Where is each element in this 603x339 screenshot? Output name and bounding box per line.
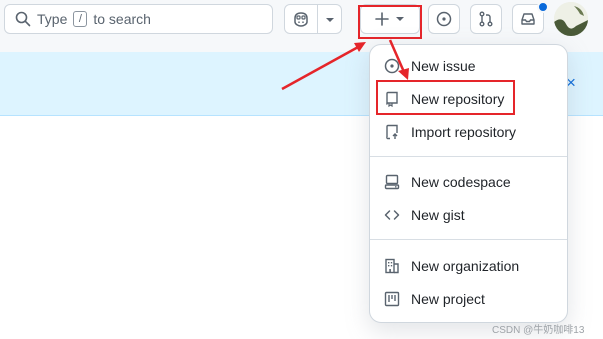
copilot-divider xyxy=(317,5,318,33)
codespaces-icon xyxy=(383,173,401,191)
menu-item-label: New gist xyxy=(411,207,465,223)
search-shortcut-key: / xyxy=(73,11,88,27)
issues-button[interactable] xyxy=(428,4,460,34)
menu-item-label: Import repository xyxy=(411,124,517,140)
repo-push-icon xyxy=(383,123,401,141)
avatar[interactable] xyxy=(554,2,588,36)
inbox-icon xyxy=(520,11,536,27)
copilot-icon xyxy=(292,11,310,27)
highlight-new-repository xyxy=(376,80,515,115)
code-icon xyxy=(383,206,401,224)
pull-requests-button[interactable] xyxy=(470,4,502,34)
search-placeholder-suffix: to search xyxy=(93,11,151,27)
menu-item-new-project[interactable]: New project xyxy=(370,284,567,314)
issue-opened-icon xyxy=(436,11,452,27)
highlight-create-button xyxy=(358,5,422,39)
project-icon xyxy=(383,290,401,308)
menu-item-label: New project xyxy=(411,291,485,307)
search-placeholder-prefix: Type xyxy=(37,11,68,27)
git-pull-request-icon xyxy=(478,11,494,27)
search-icon xyxy=(15,11,31,27)
menu-item-label: New issue xyxy=(411,58,476,74)
menu-item-label: New organization xyxy=(411,258,520,274)
watermark: CSDN @牛奶咖啡13 xyxy=(492,325,585,336)
copilot-button[interactable] xyxy=(284,4,342,34)
menu-item-new-organization[interactable]: New organization xyxy=(370,251,567,281)
menu-item-import-repository[interactable]: Import repository xyxy=(370,117,567,147)
notification-dot xyxy=(537,1,549,13)
issue-opened-icon xyxy=(383,57,401,75)
menu-item-label: New codespace xyxy=(411,174,511,190)
menu-divider xyxy=(370,239,567,240)
chevron-down-icon[interactable] xyxy=(325,16,335,24)
menu-item-new-gist[interactable]: New gist xyxy=(370,200,567,230)
menu-item-new-issue[interactable]: New issue xyxy=(370,51,567,81)
search-input[interactable]: Type / to search xyxy=(4,4,273,34)
menu-item-new-codespace[interactable]: New codespace xyxy=(370,167,567,197)
organization-icon xyxy=(383,257,401,275)
menu-divider xyxy=(370,156,567,157)
